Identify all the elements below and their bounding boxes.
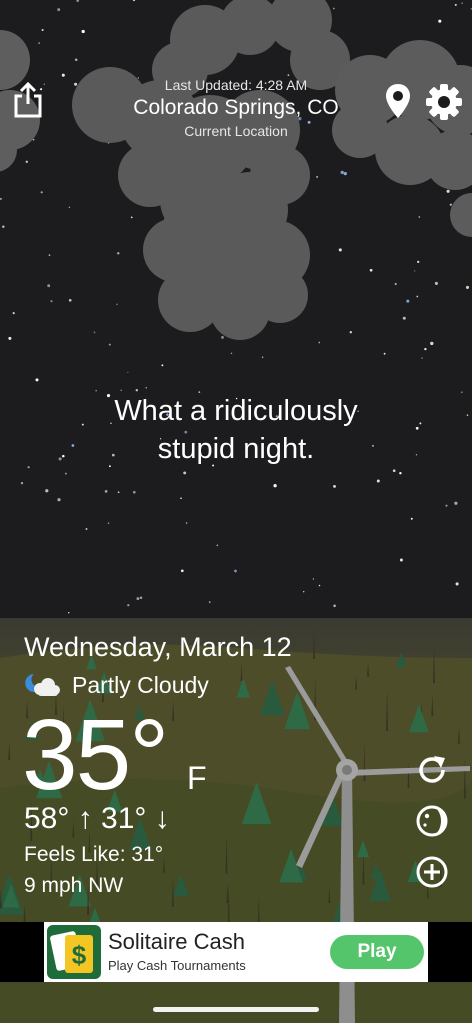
- condition-text: Partly Cloudy: [72, 671, 209, 698]
- location-pin-icon: [386, 84, 410, 118]
- share-icon: [14, 81, 42, 118]
- last-updated-text: Last Updated: 4:28 AM: [164, 77, 308, 93]
- add-location-button[interactable]: [414, 854, 450, 890]
- home-indicator[interactable]: [153, 1007, 319, 1012]
- current-temperature: 35°: [22, 699, 169, 811]
- moon-phase-icon: [416, 805, 448, 837]
- ad-play-button[interactable]: Play: [330, 935, 424, 969]
- solitaire-cash-app-icon: $: [47, 925, 101, 979]
- ad-title: Solitaire Cash: [108, 929, 245, 954]
- condition-row: Partly Cloudy: [24, 670, 209, 700]
- high-low-temperature: 58° ↑ 31° ↓: [24, 802, 170, 835]
- share-button[interactable]: [10, 80, 46, 120]
- settings-button[interactable]: [424, 82, 464, 122]
- add-circle-icon: [416, 856, 448, 888]
- moon-phase-button[interactable]: [414, 803, 450, 839]
- location-button[interactable]: [384, 82, 412, 120]
- quip-line-2: stupid night.: [157, 433, 315, 465]
- feels-like-text: Feels Like: 31°: [24, 843, 164, 866]
- ad-content[interactable]: $ Solitaire Cash Play Cash Tournaments P…: [44, 922, 428, 982]
- city-name[interactable]: Colorado Springs, CO: [80, 96, 392, 120]
- ad-banner[interactable]: $ Solitaire Cash Play Cash Tournaments P…: [0, 922, 472, 982]
- current-location-label: Current Location: [184, 123, 288, 139]
- temperature-unit[interactable]: F: [187, 760, 207, 797]
- top-bar: Last Updated: 4:28 AM Colorado Springs, …: [0, 0, 472, 150]
- current-date: Wednesday, March 12: [24, 632, 292, 662]
- quip-line-1: What a ridiculously: [114, 395, 358, 427]
- gear-icon: [426, 84, 462, 120]
- ad-subtitle: Play Cash Tournaments: [108, 958, 246, 973]
- wind-text: 9 mph NW: [24, 874, 124, 897]
- refresh-button[interactable]: [414, 752, 450, 788]
- partly-cloudy-night-icon: [25, 674, 60, 696]
- refresh-icon: [419, 756, 445, 783]
- weather-quip: What a ridiculously stupid night.: [40, 392, 432, 468]
- svg-text:$: $: [72, 940, 87, 970]
